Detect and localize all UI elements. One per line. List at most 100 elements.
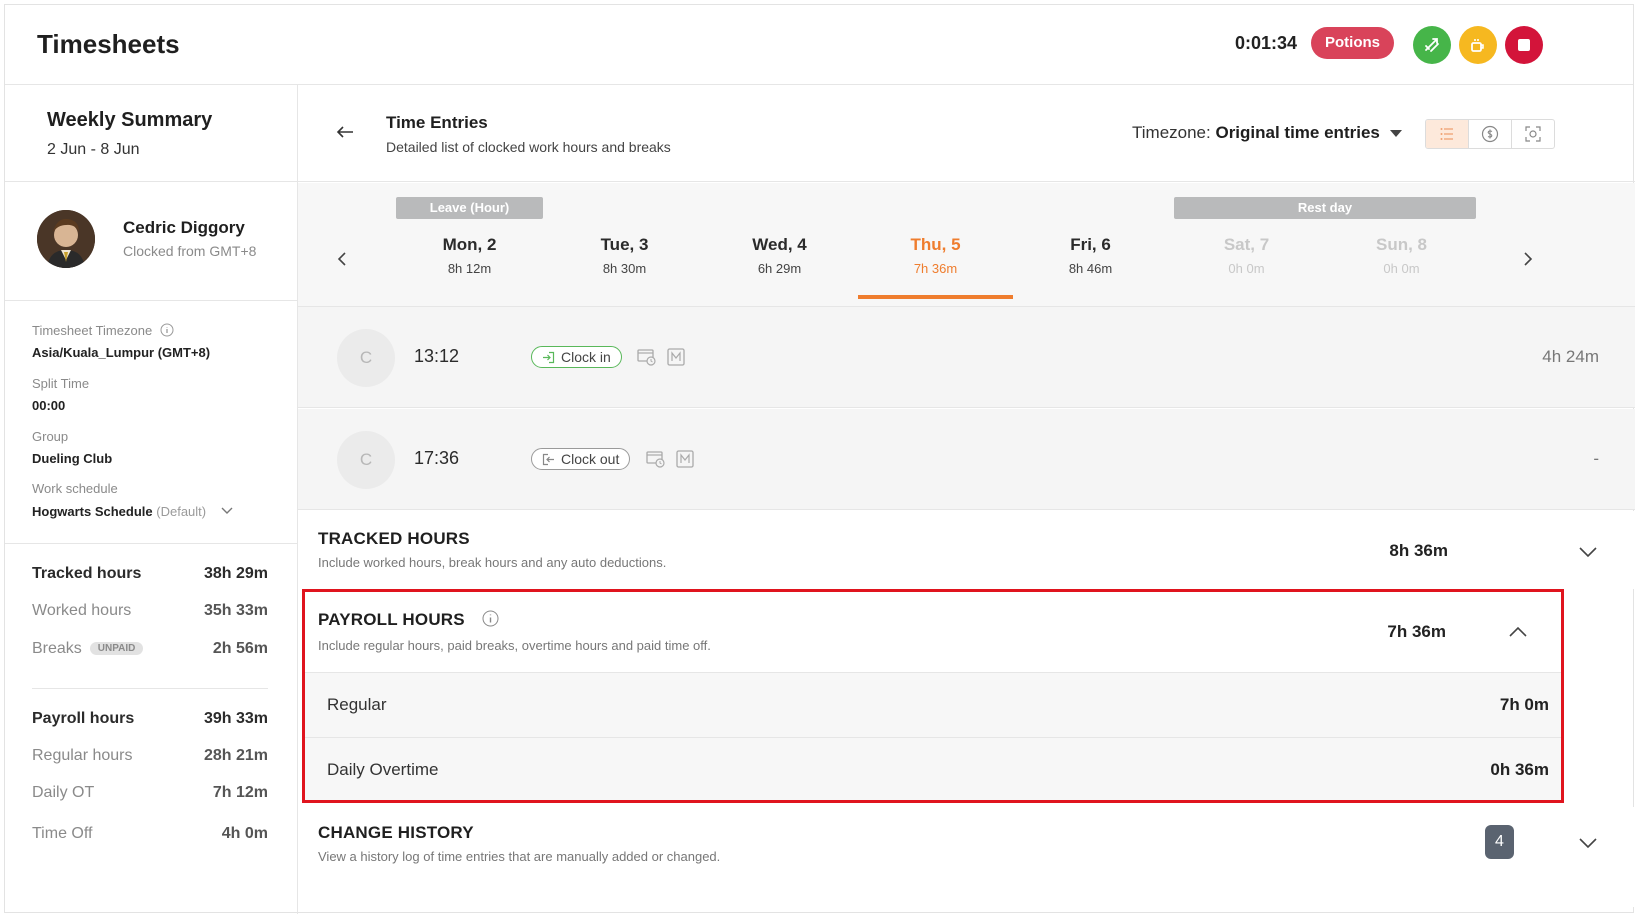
payroll-row-label: Regular bbox=[327, 695, 387, 714]
chevron-down-icon bbox=[221, 507, 233, 514]
regular-hours-label: Regular hours bbox=[32, 747, 133, 764]
sidebar: Weekly Summary 2 Jun - 8 Jun Cedric Digg… bbox=[5, 85, 298, 914]
day-mon[interactable]: Mon, 2 8h 12m bbox=[392, 235, 547, 276]
clock-in-chip: Clock in bbox=[531, 346, 622, 368]
coffee-icon bbox=[1471, 39, 1484, 52]
tracked-hours-subtitle: Include worked hours, break hours and an… bbox=[318, 555, 667, 570]
capture-icon bbox=[1525, 126, 1541, 142]
chevron-right-icon[interactable] bbox=[1520, 251, 1536, 267]
day-wed[interactable]: Wed, 4 6h 29m bbox=[702, 235, 857, 276]
day-tue[interactable]: Tue, 3 8h 30m bbox=[547, 235, 702, 276]
switch-activity-button[interactable] bbox=[1413, 26, 1451, 64]
day-name: Sun, 8 bbox=[1375, 235, 1427, 254]
day-sun[interactable]: Sun, 8 0h 0m bbox=[1324, 235, 1479, 276]
tracked-hours-accordion[interactable]: TRACKED HOURS Include worked hours, brea… bbox=[298, 511, 1635, 589]
clock-in-label: Clock in bbox=[561, 349, 611, 365]
device-icon bbox=[637, 349, 656, 366]
back-arrow-icon[interactable] bbox=[334, 121, 356, 143]
unpaid-badge: UNPAID bbox=[89, 642, 144, 656]
time-entries-subtitle: Detailed list of clocked work hours and … bbox=[386, 139, 671, 155]
tracked-hours-label: Tracked hours bbox=[32, 565, 142, 582]
timezone-dropdown-prefix: Timezone: bbox=[1132, 123, 1216, 142]
manual-entry-icon bbox=[667, 348, 685, 366]
change-history-accordion[interactable]: CHANGE HISTORY View a history log of tim… bbox=[298, 807, 1635, 907]
caret-down-icon bbox=[1389, 130, 1402, 138]
weekly-summary-section: Weekly Summary 2 Jun - 8 Jun bbox=[5, 85, 298, 182]
chevron-down-icon[interactable] bbox=[1578, 546, 1598, 558]
info-icon[interactable] bbox=[482, 610, 499, 627]
split-time-label: Split Time bbox=[32, 376, 90, 391]
daily-ot-stat: Daily OT 7h 12m bbox=[32, 784, 268, 802]
day-sat[interactable]: Sat, 7 0h 0m bbox=[1169, 235, 1324, 276]
day-fri[interactable]: Fri, 6 8h 46m bbox=[1013, 235, 1168, 276]
chevron-down-icon[interactable] bbox=[1578, 837, 1598, 849]
top-bar: Timesheets 0:01:34 Potions bbox=[5, 5, 1633, 85]
payroll-hours-stat: Payroll hours 39h 33m bbox=[32, 710, 268, 728]
day-hours: 6h 29m bbox=[757, 261, 802, 276]
tracked-hours-total: 8h 36m bbox=[1389, 541, 1448, 560]
time-entries-header: Time Entries Detailed list of clocked wo… bbox=[298, 85, 1635, 182]
list-view-button[interactable] bbox=[1426, 120, 1469, 148]
payroll-row-label: Daily Overtime bbox=[327, 760, 439, 779]
time-entries-title: Time Entries bbox=[386, 113, 488, 132]
dollar-icon bbox=[1481, 125, 1499, 143]
activity-pill[interactable]: Potions bbox=[1311, 27, 1394, 59]
week-range: 2 Jun - 8 Jun bbox=[47, 141, 140, 158]
timezone-label-text: Timesheet Timezone bbox=[32, 323, 153, 338]
info-icon[interactable] bbox=[160, 323, 174, 337]
tracked-hours-title: TRACKED HOURS bbox=[318, 529, 470, 548]
entry-time: 13:12 bbox=[414, 346, 460, 366]
day-selector: Leave (Hour) Rest day Mon, 2 8h 12m Tue,… bbox=[298, 183, 1635, 307]
payroll-row-value: 0h 36m bbox=[1490, 760, 1549, 779]
day-thu[interactable]: Thu, 5 7h 36m bbox=[858, 235, 1013, 276]
day-hours: 8h 46m bbox=[1068, 261, 1113, 276]
pay-view-button[interactable] bbox=[1469, 120, 1512, 148]
chevron-left-icon[interactable] bbox=[334, 251, 350, 267]
breaks-label: Breaks UNPAID bbox=[32, 640, 144, 658]
entry-duration: 4h 24m bbox=[1542, 347, 1599, 366]
entry-avatar: C bbox=[337, 431, 395, 489]
day-name: Fri, 6 bbox=[1070, 235, 1111, 254]
payroll-hours-title: PAYROLL HOURS bbox=[318, 610, 499, 630]
switch-icon bbox=[1425, 38, 1439, 52]
timezone-dropdown[interactable]: Timezone: Original time entries bbox=[1132, 123, 1402, 143]
entry-time: 17:36 bbox=[414, 448, 460, 468]
leave-ribbon: Leave (Hour) bbox=[396, 197, 543, 219]
avatar bbox=[37, 210, 95, 268]
day-hours: 7h 36m bbox=[913, 261, 958, 276]
payroll-hours-value: 39h 33m bbox=[203, 710, 268, 727]
time-entry-row[interactable]: C 17:36 Clock out - bbox=[298, 409, 1635, 510]
payroll-hours-title-text: PAYROLL HOURS bbox=[318, 610, 465, 629]
timezone-dropdown-value: Original time entries bbox=[1215, 123, 1380, 142]
time-entry-row[interactable]: C 13:12 Clock in 4h 24m bbox=[298, 307, 1635, 408]
breaks-label-text: Breaks bbox=[32, 640, 82, 657]
timezone-value: Asia/Kuala_Lumpur (GMT+8) bbox=[32, 345, 211, 360]
running-timer: 0:01:34 bbox=[1235, 33, 1298, 53]
clock-out-icon bbox=[542, 453, 554, 465]
worked-hours-value: 35h 33m bbox=[203, 602, 268, 619]
group-label: Group bbox=[32, 429, 69, 444]
tracked-hours-value: 38h 29m bbox=[203, 565, 268, 582]
tracked-hours-stat: Tracked hours 38h 29m bbox=[32, 565, 268, 583]
list-icon bbox=[1440, 128, 1453, 140]
breaks-stat: Breaks UNPAID 2h 56m bbox=[32, 640, 268, 658]
payroll-regular-row: Regular 7h 0m bbox=[305, 672, 1561, 737]
time-off-stat: Time Off 4h 0m bbox=[32, 825, 268, 843]
active-day-indicator bbox=[858, 295, 1013, 299]
work-schedule-select[interactable]: Hogwarts Schedule (Default) bbox=[32, 504, 234, 519]
break-button[interactable] bbox=[1459, 26, 1497, 64]
clock-out-chip: Clock out bbox=[531, 448, 631, 470]
day-hours: 0h 0m bbox=[1228, 261, 1265, 276]
weekly-summary-title: Weekly Summary bbox=[47, 109, 213, 131]
time-off-label: Time Off bbox=[32, 825, 93, 842]
change-history-title: CHANGE HISTORY bbox=[318, 823, 474, 842]
change-history-subtitle: View a history log of time entries that … bbox=[318, 849, 721, 864]
device-icon bbox=[646, 451, 665, 468]
day-name: Mon, 2 bbox=[442, 235, 497, 254]
chevron-up-icon[interactable] bbox=[1508, 626, 1528, 638]
regular-hours-value: 28h 21m bbox=[203, 747, 268, 764]
day-name: Sat, 7 bbox=[1223, 235, 1270, 254]
stop-button[interactable] bbox=[1505, 26, 1543, 64]
page-title: Timesheets bbox=[37, 29, 180, 59]
photo-view-button[interactable] bbox=[1512, 120, 1554, 148]
